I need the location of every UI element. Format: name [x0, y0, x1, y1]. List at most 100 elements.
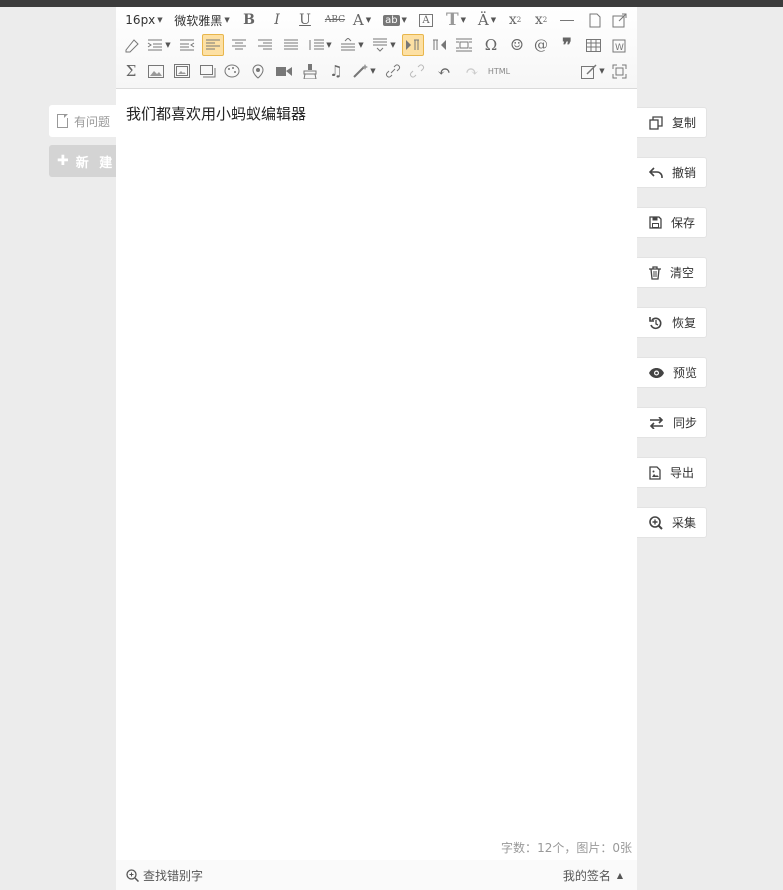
export-label: 导出 — [670, 466, 695, 480]
text-style-icon[interactable]: T ▼ — [444, 9, 468, 31]
table-icon[interactable] — [584, 34, 602, 56]
open-external-icon[interactable] — [610, 9, 628, 31]
fullscreen-icon[interactable] — [610, 60, 628, 82]
eye-icon — [649, 367, 664, 378]
sync-icon — [649, 416, 664, 429]
save-label: 保存 — [671, 216, 696, 230]
font-size-select[interactable]: 16px ▼ — [125, 9, 163, 31]
underline-icon[interactable]: U — [296, 9, 314, 31]
export-button[interactable]: 导出 — [637, 457, 707, 488]
rtl-icon[interactable] — [430, 34, 448, 56]
top-bar — [0, 0, 783, 7]
align-right-icon[interactable] — [256, 34, 274, 56]
align-center-icon[interactable] — [230, 34, 248, 56]
toolbar: 16px ▼ 微软雅黑 ▼ B I U ABC A ▼ ab ▼ A T ▼ Ä ▼ x2 … — [116, 7, 637, 89]
plus-icon: ✚ — [57, 153, 72, 169]
format-painter-icon[interactable] — [300, 60, 320, 82]
editor-footer: 查找错别字 我的签名 ▲ — [116, 860, 637, 890]
word-import-icon[interactable]: W — [610, 34, 628, 56]
char-spacing-icon[interactable]: Ä ▼ — [474, 9, 500, 31]
font-family-select[interactable]: 微软雅黑 ▼ — [172, 9, 232, 31]
line-height-icon[interactable]: ▼ — [306, 34, 334, 56]
editor: 16px ▼ 微软雅黑 ▼ B I U ABC A ▼ ab ▼ A T ▼ Ä ▼ x2 … — [116, 7, 637, 890]
undo-toolbar-icon[interactable]: ↶ — [434, 60, 454, 82]
music-icon[interactable]: ♫ — [326, 60, 346, 82]
clear-button[interactable]: 清空 — [637, 257, 707, 288]
clear-label: 清空 — [670, 266, 695, 280]
new-button-label: 新 建 — [75, 155, 116, 171]
undo-label: 撤销 — [672, 166, 697, 180]
restore-label: 恢复 — [672, 316, 697, 330]
chevron-down-icon: ▼ — [157, 16, 163, 24]
eraser-icon[interactable] — [122, 34, 140, 56]
image-icon[interactable] — [146, 60, 166, 82]
find-typo-label: 查找错别字 — [143, 868, 204, 883]
magic-wand-icon[interactable]: ▼ — [350, 60, 378, 82]
redo-toolbar-icon[interactable]: ↷ — [462, 60, 482, 82]
image-float-icon[interactable] — [454, 34, 474, 56]
trash-icon — [649, 265, 661, 280]
bold-icon[interactable]: B — [240, 9, 258, 31]
edit-mode-icon[interactable]: ▼ — [580, 60, 606, 82]
toolbar-row-1: 16px ▼ 微软雅黑 ▼ B I U ABC A ▼ ab ▼ A T ▼ Ä ▼ x2 … — [116, 9, 637, 34]
align-justify-icon[interactable] — [282, 34, 300, 56]
sync-button[interactable]: 同步 — [637, 407, 707, 438]
collect-label: 采集 — [672, 516, 697, 530]
multi-image-icon[interactable] — [172, 60, 192, 82]
emoticon-icon[interactable]: ☺ — [508, 34, 526, 56]
subscript-icon[interactable]: x2 — [532, 9, 550, 31]
sync-label: 同步 — [673, 416, 698, 430]
italic-icon[interactable]: I — [268, 9, 286, 31]
undo-button[interactable]: 撤销 — [637, 157, 707, 188]
link-icon[interactable] — [384, 60, 402, 82]
copy-button[interactable]: 复制 — [637, 107, 707, 138]
undo-icon — [649, 166, 663, 178]
horizontal-rule-icon[interactable] — [558, 9, 576, 31]
chevron-up-icon: ▲ — [616, 870, 623, 880]
chevron-down-icon: ▼ — [224, 16, 230, 24]
at-icon[interactable]: @ — [532, 34, 550, 56]
omega-icon[interactable]: Ω — [482, 34, 500, 56]
unlink-icon[interactable] — [408, 60, 426, 82]
preview-button[interactable]: 预览 — [637, 357, 707, 388]
font-color-icon[interactable]: A ▼ — [350, 9, 374, 31]
indent-icon[interactable]: ▼ — [146, 34, 172, 56]
video-icon[interactable] — [274, 60, 294, 82]
save-icon — [649, 216, 662, 229]
paragraph-spacing-bottom-icon[interactable]: ▼ — [370, 34, 398, 56]
palette-icon[interactable] — [222, 60, 242, 82]
preview-label: 预览 — [673, 366, 698, 380]
question-tab[interactable]: 有问题 — [49, 105, 116, 137]
html-source-label: HTML — [487, 66, 511, 76]
strikethrough-icon[interactable]: ABC — [324, 9, 346, 31]
copy-label: 复制 — [672, 116, 697, 130]
formula-icon[interactable]: Σ — [122, 60, 140, 82]
html-source-button[interactable]: HTML — [486, 60, 512, 82]
find-typo-button[interactable]: 查找错别字 — [126, 867, 203, 884]
font-family-value: 微软雅黑 — [174, 13, 223, 28]
collect-icon — [649, 515, 663, 530]
align-left-icon[interactable] — [202, 34, 224, 56]
editor-content[interactable]: 我们都喜欢用小蚂蚁编辑器 — [126, 103, 306, 124]
highlight-color-icon[interactable]: ab ▼ — [380, 9, 410, 31]
save-button[interactable]: 保存 — [637, 207, 707, 238]
quote-icon[interactable]: ❞ — [558, 34, 576, 56]
text-border-icon[interactable]: A — [418, 9, 434, 31]
font-size-value: 16px — [125, 13, 156, 27]
collect-button[interactable]: 采集 — [637, 507, 707, 538]
outdent-icon[interactable] — [178, 34, 196, 56]
new-page-icon[interactable] — [586, 9, 604, 31]
document-icon — [57, 114, 68, 128]
new-button[interactable]: ✚ 新 建 — [49, 145, 116, 177]
slides-icon[interactable] — [198, 60, 218, 82]
signature-button[interactable]: 我的签名 ▲ — [563, 867, 623, 884]
paragraph-spacing-top-icon[interactable]: ▼ — [338, 34, 366, 56]
restore-icon — [649, 316, 662, 329]
restore-button[interactable]: 恢复 — [637, 307, 707, 338]
superscript-icon[interactable]: x2 — [506, 9, 524, 31]
export-icon — [649, 465, 661, 480]
ltr-icon[interactable] — [402, 34, 424, 56]
word-count-value: 12个 — [537, 841, 565, 855]
copy-icon — [649, 115, 663, 130]
map-icon[interactable] — [248, 60, 268, 82]
